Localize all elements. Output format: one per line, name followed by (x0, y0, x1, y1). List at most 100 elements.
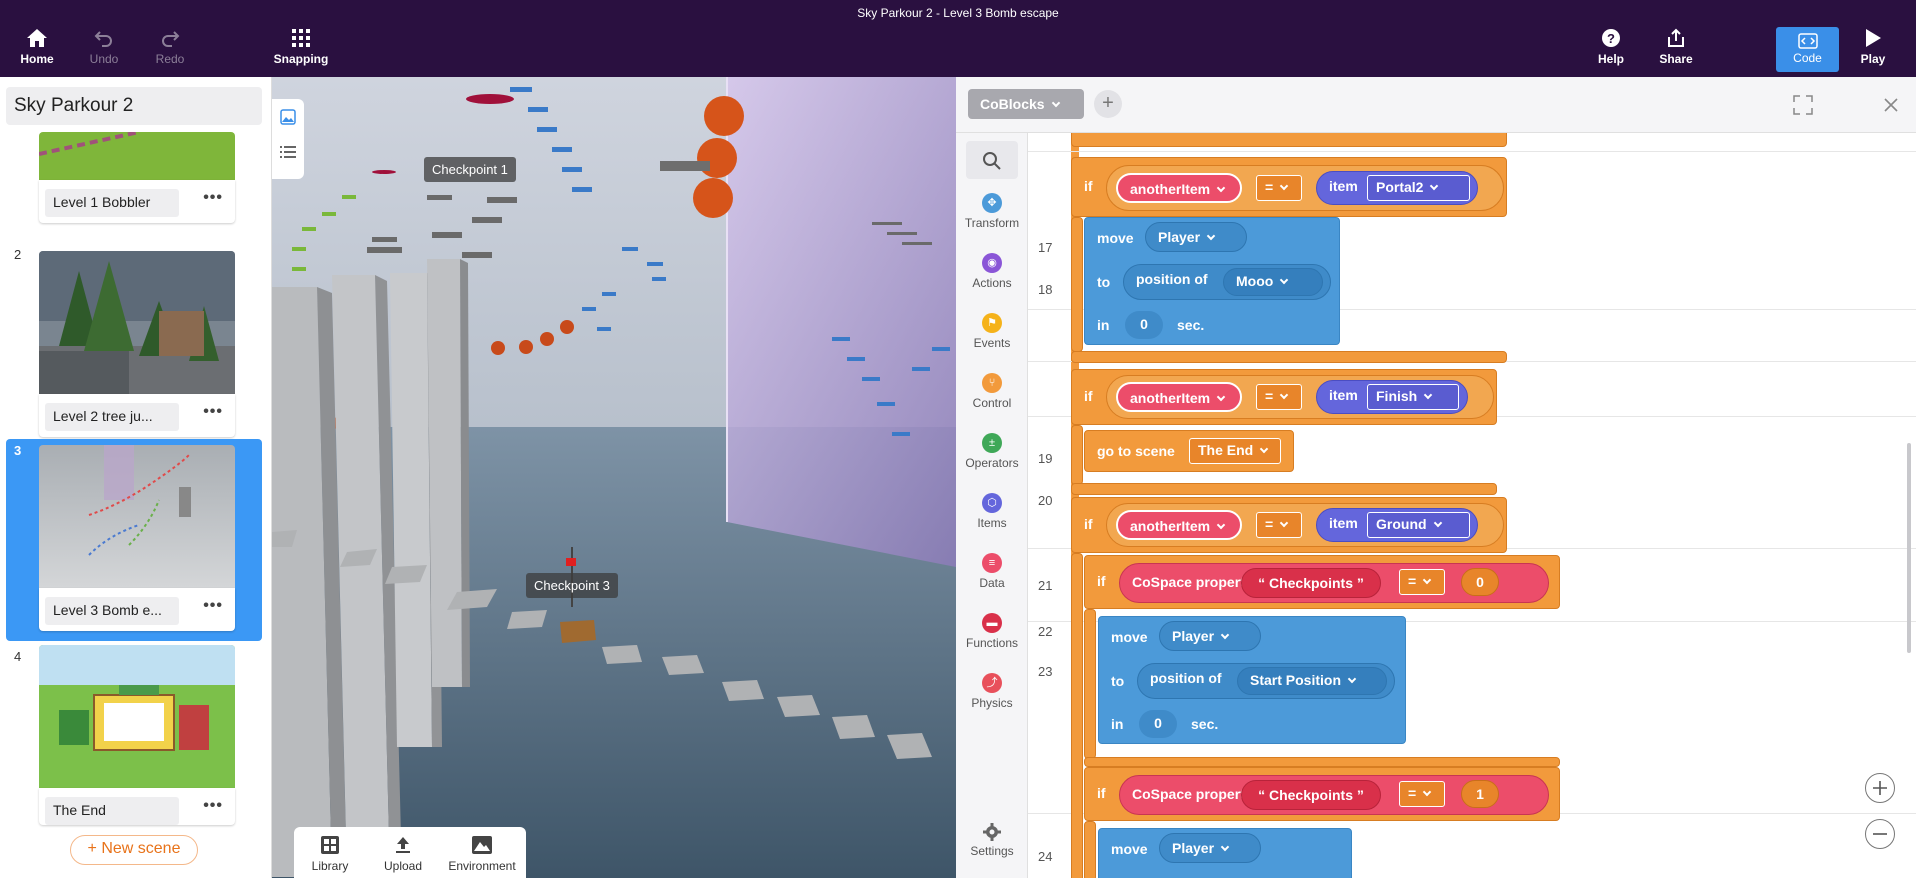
duration-input[interactable]: 0 (1125, 311, 1163, 339)
scene-more-button[interactable]: ••• (203, 189, 223, 207)
category-label: Events (973, 336, 1011, 350)
3d-viewport[interactable]: Checkpoint 1 Checkpoint 3 Library Upload… (272, 77, 956, 878)
upload-button[interactable]: Upload (378, 835, 428, 873)
operator-dropdown[interactable]: = (1399, 781, 1445, 807)
settings-button[interactable]: Settings (956, 823, 1028, 858)
duration-input[interactable]: 0 (1139, 710, 1177, 738)
share-button[interactable]: Share (1641, 28, 1711, 66)
category-actions[interactable]: ◉ Actions (956, 253, 1028, 290)
scene-number: 4 (14, 649, 22, 664)
category-events[interactable]: ⚑ Events (956, 313, 1028, 350)
in-keyword: in (1111, 716, 1124, 732)
operator-dropdown[interactable]: = (1256, 175, 1302, 201)
scene-card-4[interactable]: 4 The End ••• (6, 645, 262, 825)
project-title[interactable]: Sky Parkour 2 (6, 87, 262, 125)
play-button[interactable]: Play (1838, 28, 1908, 66)
category-functions[interactable]: ▬ Functions (956, 613, 1028, 650)
variable-dropdown[interactable]: anotherItem (1116, 382, 1242, 412)
position-of-keyword: position of (1136, 271, 1208, 287)
library-button[interactable]: Library (302, 835, 358, 873)
category-control[interactable]: ⑂ Control (956, 373, 1028, 410)
add-code-tab-button[interactable]: + (1094, 90, 1122, 118)
zoom-in-button[interactable] (1865, 773, 1895, 803)
object-label: Player (1172, 628, 1215, 644)
if-block[interactable]: if CoSpace property “ Checkpoints ” = 1 (1084, 767, 1560, 821)
vertical-scrollbar[interactable] (1907, 443, 1911, 653)
item-dropdown[interactable]: Finish (1367, 384, 1459, 410)
target-dropdown[interactable]: Mooo (1223, 268, 1323, 296)
checkpoint-label: Checkpoint 1 (424, 157, 516, 182)
target-label: Mooo (1236, 273, 1274, 289)
new-scene-button[interactable]: + New scene (70, 835, 198, 865)
object-dropdown[interactable]: Player (1159, 833, 1261, 863)
scene-card-3[interactable]: 3 Level 3 Bomb e... ••• (6, 439, 262, 641)
block-search-button[interactable] (966, 141, 1018, 179)
variable-dropdown[interactable]: anotherItem (1116, 510, 1242, 540)
scene-dropdown[interactable]: The End (1189, 438, 1281, 464)
fullscreen-icon[interactable] (1793, 95, 1813, 115)
operator-dropdown[interactable]: = (1256, 384, 1302, 410)
item-label: Finish (1376, 388, 1418, 404)
if-block[interactable]: if CoSpace property “ Checkpoints ” = 0 (1084, 555, 1560, 609)
move-block[interactable]: move Player to position of Start Positio… (1098, 616, 1406, 744)
coblocks-dropdown[interactable]: CoBlocks (968, 89, 1084, 119)
value-input[interactable]: 1 (1461, 780, 1499, 808)
property-name-input[interactable]: “ Checkpoints ” (1241, 780, 1381, 810)
image-icon[interactable] (280, 109, 296, 125)
category-transform[interactable]: ✥ Transform (956, 193, 1028, 230)
move-block[interactable]: move Player to position of Mooo in 0 sec… (1084, 217, 1340, 345)
snapping-label: Snapping (273, 52, 329, 66)
scene-name[interactable]: Level 2 tree ju... (45, 403, 179, 431)
plus-icon (1873, 781, 1887, 795)
value-input[interactable]: 0 (1461, 568, 1499, 596)
redo-button[interactable]: Redo (135, 28, 205, 66)
zoom-out-button[interactable] (1865, 819, 1895, 849)
scene-more-button[interactable]: ••• (203, 597, 223, 615)
code-workspace[interactable]: 17 18 19 20 21 22 23 24 25 if anotherIte… (1028, 133, 1916, 878)
if-block[interactable]: if anotherItem = item Ground (1071, 497, 1507, 553)
target-dropdown[interactable]: Start Position (1237, 667, 1387, 695)
if-keyword: if (1084, 178, 1093, 194)
scene-more-button[interactable]: ••• (203, 403, 223, 421)
property-name-label: “ Checkpoints ” (1258, 575, 1364, 591)
home-label: Home (20, 52, 54, 66)
if-keyword: if (1084, 516, 1093, 532)
scene-name[interactable]: Level 3 Bomb e... (45, 597, 179, 625)
if-block[interactable]: if anotherItem = item Finish (1071, 369, 1497, 425)
property-name-input[interactable]: “ Checkpoints ” (1241, 568, 1381, 598)
close-icon[interactable] (1883, 97, 1899, 113)
variable-dropdown[interactable]: anotherItem (1116, 173, 1242, 203)
object-dropdown[interactable]: Player (1159, 621, 1261, 651)
code-button[interactable]: Code (1776, 27, 1839, 72)
go-to-scene-block[interactable]: go to scene The End (1084, 430, 1294, 472)
item-dropdown[interactable]: Portal2 (1367, 175, 1470, 201)
in-keyword: in (1097, 317, 1110, 333)
scene-card-2[interactable]: 2 Level 2 tree ju... ••• (6, 243, 262, 438)
item-dropdown[interactable]: Ground (1367, 512, 1470, 538)
environment-button[interactable]: Environment (444, 835, 520, 873)
top-toolbar: Sky Parkour 2 - Level 3 Bomb escape Home… (0, 0, 1916, 77)
scene-name[interactable]: Level 1 Bobbler (45, 189, 179, 217)
undo-button[interactable]: Undo (69, 28, 139, 66)
category-data[interactable]: ≡ Data (956, 553, 1028, 590)
category-label: Functions (965, 636, 1019, 650)
category-items[interactable]: ⬡ Items (956, 493, 1028, 530)
category-operators[interactable]: ± Operators (956, 433, 1028, 470)
operator-dropdown[interactable]: = (1256, 512, 1302, 538)
scene-number: 3 (14, 443, 22, 458)
operator-label: = (1265, 179, 1274, 195)
home-button[interactable]: Home (2, 28, 72, 66)
move-block[interactable]: move Player (1098, 828, 1352, 878)
if-block[interactable]: if anotherItem = item Portal2 (1071, 157, 1507, 217)
list-icon[interactable] (280, 145, 296, 159)
object-dropdown[interactable]: Player (1145, 222, 1247, 252)
help-button[interactable]: ? Help (1576, 28, 1646, 66)
category-physics[interactable]: ⤴ Physics (956, 673, 1028, 710)
operator-dropdown[interactable]: = (1399, 569, 1445, 595)
object-label: Player (1158, 229, 1201, 245)
home-icon (27, 29, 47, 47)
scene-name[interactable]: The End (45, 797, 179, 825)
snapping-button[interactable]: Snapping (266, 28, 336, 66)
help-label: Help (1597, 52, 1624, 66)
scene-more-button[interactable]: ••• (203, 797, 223, 815)
